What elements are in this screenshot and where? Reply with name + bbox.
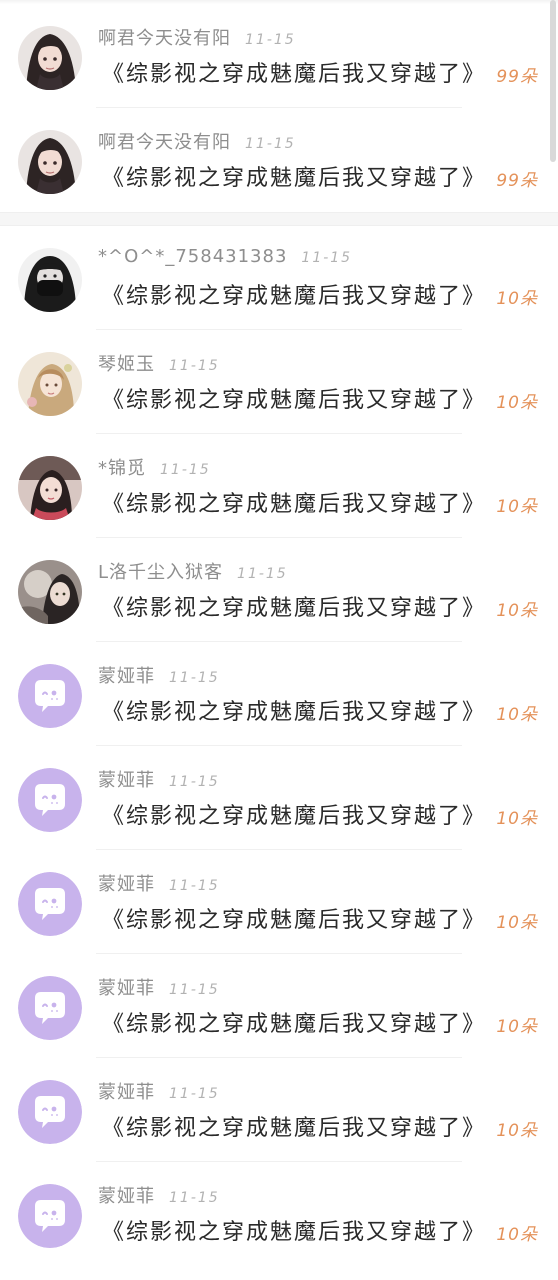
gift-amount: 10朵 [496, 705, 538, 725]
gift-amount: 10朵 [496, 393, 538, 413]
list-item[interactable]: 琴姬玉 11-15 《综影视之穿成魅魔后我又穿越了》 10朵 [0, 330, 558, 434]
list-item[interactable]: 蒙娅菲 11-15 《综影视之穿成魅魔后我又穿越了》 10朵 [0, 850, 558, 954]
list-item[interactable]: 蒙娅菲 11-15 《综影视之穿成魅魔后我又穿越了》 10朵 [0, 954, 558, 1058]
gift-date: 11-15 [245, 32, 296, 48]
book-title[interactable]: 《综影视之穿成魅魔后我又穿越了》 [102, 56, 486, 88]
list-item[interactable]: 蒙娅菲 11-15 《综影视之穿成魅魔后我又穿越了》 10朵 [0, 642, 558, 746]
gift-amount: 10朵 [496, 289, 538, 309]
chat-bubble-icon [18, 976, 82, 1040]
book-title[interactable]: 《综影视之穿成魅魔后我又穿越了》 [102, 1214, 486, 1246]
name-line: 蒙娅菲 11-15 [98, 870, 220, 896]
user-name[interactable]: 琴姬玉 [98, 350, 155, 376]
list-item[interactable]: 蒙娅菲 11-15 《综影视之穿成魅魔后我又穿越了》 10朵 [0, 1058, 558, 1162]
gift-amount: 99朵 [496, 67, 538, 87]
name-line: 蒙娅菲 11-15 [98, 974, 220, 1000]
avatar[interactable] [18, 872, 82, 936]
avatar[interactable] [18, 1080, 82, 1144]
book-title[interactable]: 《综影视之穿成魅魔后我又穿越了》 [102, 694, 486, 726]
gift-date: 11-15 [169, 1086, 220, 1102]
chat-bubble-icon [18, 768, 82, 832]
gift-date: 11-15 [160, 462, 211, 478]
book-title[interactable]: 《综影视之穿成魅魔后我又穿越了》 [102, 382, 486, 414]
gift-date: 11-15 [301, 250, 353, 266]
gift-date: 11-15 [245, 136, 296, 152]
book-title[interactable]: 《综影视之穿成魅魔后我又穿越了》 [102, 590, 486, 622]
name-line: 蒙娅菲 11-15 [98, 766, 220, 792]
scrollbar[interactable] [550, 0, 556, 162]
name-line: L洛千尘入狱客 11-15 [98, 558, 288, 584]
book-title[interactable]: 《综影视之穿成魅魔后我又穿越了》 [102, 486, 486, 518]
book-title[interactable]: 《综影视之穿成魅魔后我又穿越了》 [102, 278, 486, 310]
book-title[interactable]: 《综影视之穿成魅魔后我又穿越了》 [102, 1006, 486, 1038]
avatar[interactable] [18, 456, 82, 520]
list-item[interactable]: 蒙娅菲 11-15 《综影视之穿成魅魔后我又穿越了》 10朵 [0, 1162, 558, 1266]
list-item[interactable]: 啊君今天没有阳 11-15 《综影视之穿成魅魔后我又穿越了》 99朵 [0, 4, 558, 108]
fan-girl-avatar-icon [18, 560, 82, 624]
gift-date: 11-15 [237, 566, 288, 582]
anime-girl-avatar-icon [18, 130, 82, 194]
avatar[interactable] [18, 248, 82, 312]
user-name[interactable]: *锦觅 [98, 454, 146, 480]
gift-date: 11-15 [169, 982, 220, 998]
masked-girl-avatar-icon [18, 248, 82, 312]
anime-girl-avatar-icon [18, 26, 82, 90]
list-item[interactable]: 啊君今天没有阳 11-15 《综影视之穿成魅魔后我又穿越了》 99朵 [0, 108, 558, 212]
avatar[interactable] [18, 26, 82, 90]
gift-date: 11-15 [169, 878, 220, 894]
book-title[interactable]: 《综影视之穿成魅魔后我又穿越了》 [102, 160, 486, 192]
section-separator [0, 212, 558, 226]
name-line: 蒙娅菲 11-15 [98, 1182, 220, 1208]
name-line: *^O^*_758431383 11-15 [98, 246, 352, 272]
user-name[interactable]: 啊君今天没有阳 [98, 24, 231, 50]
book-title[interactable]: 《综影视之穿成魅魔后我又穿越了》 [102, 902, 486, 934]
avatar[interactable] [18, 768, 82, 832]
gift-amount: 10朵 [496, 497, 538, 517]
avatar[interactable] [18, 352, 82, 416]
user-name[interactable]: 蒙娅菲 [98, 766, 155, 792]
gift-amount: 10朵 [496, 601, 538, 621]
user-name[interactable]: 蒙娅菲 [98, 870, 155, 896]
gift-amount: 10朵 [496, 1121, 538, 1141]
avatar[interactable] [18, 976, 82, 1040]
book-title[interactable]: 《综影视之穿成魅魔后我又穿越了》 [102, 798, 486, 830]
name-line: 啊君今天没有阳 11-15 [98, 128, 296, 154]
user-name[interactable]: 蒙娅菲 [98, 1078, 155, 1104]
user-name[interactable]: 蒙娅菲 [98, 662, 155, 688]
gift-amount: 99朵 [496, 171, 538, 191]
avatar[interactable] [18, 560, 82, 624]
gift-list: 啊君今天没有阳 11-15 《综影视之穿成魅魔后我又穿越了》 99朵 啊君今天没… [0, 0, 558, 1280]
gift-date: 11-15 [169, 1190, 220, 1206]
list-item[interactable]: L洛千尘入狱客 11-15 《综影视之穿成魅魔后我又穿越了》 10朵 [0, 538, 558, 642]
avatar[interactable] [18, 130, 82, 194]
user-name[interactable]: L洛千尘入狱客 [98, 558, 223, 584]
name-line: 蒙娅菲 11-15 [98, 662, 220, 688]
name-line: 蒙娅菲 11-15 [98, 1078, 220, 1104]
name-line: *锦觅 11-15 [98, 454, 211, 480]
name-line: 啊君今天没有阳 11-15 [98, 24, 296, 50]
name-line: 琴姬玉 11-15 [98, 350, 220, 376]
gift-date: 11-15 [169, 774, 220, 790]
avatar[interactable] [18, 664, 82, 728]
gift-amount: 10朵 [496, 1017, 538, 1037]
list-item[interactable]: 蒙娅菲 11-15 《综影视之穿成魅魔后我又穿越了》 10朵 [0, 746, 558, 850]
avatar[interactable] [18, 1184, 82, 1248]
book-title[interactable]: 《综影视之穿成魅魔后我又穿越了》 [102, 1110, 486, 1142]
illustrated-girl-avatar-icon [18, 352, 82, 416]
chat-bubble-icon [18, 664, 82, 728]
chat-bubble-icon [18, 872, 82, 936]
gift-amount: 10朵 [496, 913, 538, 933]
gift-date: 11-15 [169, 358, 220, 374]
gift-amount: 10朵 [496, 1225, 538, 1245]
chat-bubble-icon [18, 1080, 82, 1144]
gift-amount: 10朵 [496, 809, 538, 829]
gift-date: 11-15 [169, 670, 220, 686]
chat-bubble-icon [18, 1184, 82, 1248]
user-name[interactable]: 蒙娅菲 [98, 974, 155, 1000]
user-name[interactable]: 蒙娅菲 [98, 1182, 155, 1208]
user-name[interactable]: *^O^*_758431383 [98, 246, 287, 267]
list-item[interactable]: *^O^*_758431383 11-15 《综影视之穿成魅魔后我又穿越了》 1… [0, 226, 558, 330]
costume-girl-avatar-icon [18, 456, 82, 520]
user-name[interactable]: 啊君今天没有阳 [98, 128, 231, 154]
list-item[interactable]: *锦觅 11-15 《综影视之穿成魅魔后我又穿越了》 10朵 [0, 434, 558, 538]
